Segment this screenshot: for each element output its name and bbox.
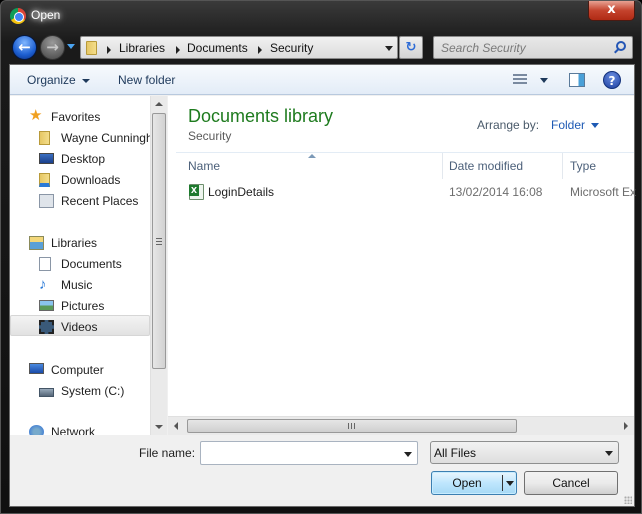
forward-button[interactable]: → — [40, 35, 65, 60]
sidebar-label: Wayne Cunningham — [61, 131, 150, 145]
file-name: LoginDetails — [208, 185, 275, 199]
file-name-history-dropdown[interactable] — [404, 452, 412, 457]
column-separator[interactable] — [562, 153, 563, 179]
refresh-button[interactable]: ↻ — [399, 36, 423, 59]
breadcrumb-arrow-icon[interactable] — [107, 46, 111, 54]
window-title: Open — [31, 8, 61, 22]
library-subtitle: Security — [188, 129, 232, 143]
scroll-up-arrow-icon[interactable] — [155, 102, 163, 106]
dialog-footer: File name: All Files Open Cancel — [10, 436, 634, 506]
library-title: Documents library — [188, 106, 334, 126]
navigation-bar: ← → Libraries Documents Security ↻ Searc… — [1, 32, 641, 62]
desktop-icon — [39, 153, 54, 164]
arrange-by-label: Arrange by: — [477, 118, 540, 132]
new-folder-button[interactable]: New folder — [118, 73, 175, 87]
downloads-icon — [39, 173, 50, 187]
file-type: Microsoft Ex — [570, 185, 637, 199]
arrange-by-dropdown[interactable]: Folder — [551, 118, 600, 132]
column-header-type[interactable]: Type — [570, 159, 596, 173]
file-row[interactable]: LoginDetails 13/02/2014 16:08 Microsoft … — [176, 181, 637, 203]
breadcrumb-security[interactable]: Security — [270, 41, 313, 55]
file-type-filter-value: All Files — [434, 446, 477, 460]
chrome-app-icon — [10, 8, 26, 24]
scroll-left-arrow-icon[interactable] — [174, 422, 178, 430]
network-icon — [29, 425, 44, 435]
file-list-horizontal-scrollbar[interactable] — [168, 416, 634, 435]
sidebar-label: Documents — [61, 257, 122, 271]
column-header-date-modified[interactable]: Date modified — [449, 159, 523, 173]
sidebar-label: Downloads — [61, 173, 121, 187]
file-date-modified: 13/02/2014 16:08 — [449, 185, 543, 199]
column-header-name[interactable]: Name — [188, 159, 220, 173]
sort-ascending-icon — [308, 154, 316, 158]
file-type-filter-select[interactable]: All Files — [430, 441, 619, 464]
search-icon[interactable] — [616, 41, 626, 51]
organize-button[interactable]: Organize — [27, 73, 90, 87]
sidebar-label: Desktop — [61, 152, 106, 166]
open-label: Open — [452, 476, 482, 490]
sidebar-label: Music — [61, 278, 93, 292]
navigation-pane: ★ Favorites Wayne Cunningham Desktop Dow… — [10, 96, 150, 435]
organize-label: Organize — [27, 73, 76, 87]
videos-icon — [39, 320, 54, 334]
view-options-dropdown[interactable] — [540, 78, 548, 83]
file-name-input[interactable] — [200, 441, 418, 465]
search-placeholder: Search Security — [441, 41, 526, 55]
scroll-right-arrow-icon[interactable] — [624, 422, 628, 430]
scrollbar-thumb[interactable] — [187, 419, 517, 433]
arrange-by-value: Folder — [551, 118, 586, 132]
recent-places-icon — [39, 194, 54, 208]
cancel-button[interactable]: Cancel — [524, 471, 618, 495]
navigation-pane-scrollbar[interactable] — [150, 96, 167, 435]
sidebar-label: Libraries — [51, 236, 98, 250]
back-button[interactable]: ← — [12, 35, 37, 60]
sidebar-label: Favorites — [51, 110, 101, 124]
file-name-label: File name: — [139, 446, 196, 460]
recent-locations-dropdown[interactable] — [67, 44, 75, 49]
search-input[interactable]: Search Security — [433, 36, 633, 59]
star-icon: ★ — [29, 107, 43, 124]
header-divider — [176, 152, 634, 153]
excel-file-icon — [189, 184, 204, 200]
sidebar-label: Computer — [51, 363, 104, 377]
scrollbar-thumb[interactable] — [152, 113, 166, 369]
change-view-icon[interactable] — [513, 74, 527, 86]
breadcrumb-libraries[interactable]: Libraries — [119, 41, 165, 55]
resize-grip[interactable] — [624, 496, 632, 504]
folder-icon — [86, 41, 97, 55]
sidebar-label: Network — [51, 425, 96, 435]
address-dropdown-icon[interactable] — [385, 46, 393, 51]
title-bar: Open x — [1, 1, 641, 31]
address-bar[interactable]: Libraries Documents Security — [80, 36, 398, 59]
column-separator[interactable] — [442, 153, 443, 179]
open-button[interactable]: Open — [431, 471, 517, 495]
command-bar: Organize New folder ? — [10, 65, 634, 95]
file-list-pane: Documents library Security Arrange by: F… — [168, 96, 637, 416]
user-folder-icon — [39, 131, 50, 145]
open-options-dropdown[interactable] — [506, 481, 514, 486]
chevron-down-icon — [591, 123, 600, 129]
breadcrumb-arrow-icon[interactable] — [176, 46, 180, 54]
chevron-down-icon — [81, 78, 90, 83]
close-button[interactable]: x — [588, 1, 635, 21]
computer-icon — [29, 363, 44, 374]
open-dialog: Open x ← → Libraries Documents Security … — [0, 0, 642, 514]
music-icon: ♪ — [39, 276, 47, 293]
preview-pane-icon[interactable] — [569, 73, 585, 87]
split-divider — [502, 475, 503, 491]
breadcrumb-documents[interactable]: Documents — [187, 41, 248, 55]
breadcrumb-arrow-icon[interactable] — [258, 46, 262, 54]
dialog-body: Organize New folder ? ★ Favorites Wayne … — [9, 64, 637, 507]
pictures-icon — [39, 300, 54, 311]
sidebar-label: Pictures — [61, 299, 105, 313]
sidebar-label: Videos — [61, 320, 98, 334]
sidebar-label: System (C:) — [61, 384, 125, 398]
help-icon[interactable]: ? — [603, 71, 621, 89]
libraries-icon — [29, 236, 44, 250]
sidebar-label: Recent Places — [61, 194, 139, 208]
drive-icon — [39, 388, 54, 397]
chevron-down-icon — [605, 451, 613, 456]
documents-icon — [39, 257, 51, 271]
scroll-down-arrow-icon[interactable] — [155, 425, 163, 429]
